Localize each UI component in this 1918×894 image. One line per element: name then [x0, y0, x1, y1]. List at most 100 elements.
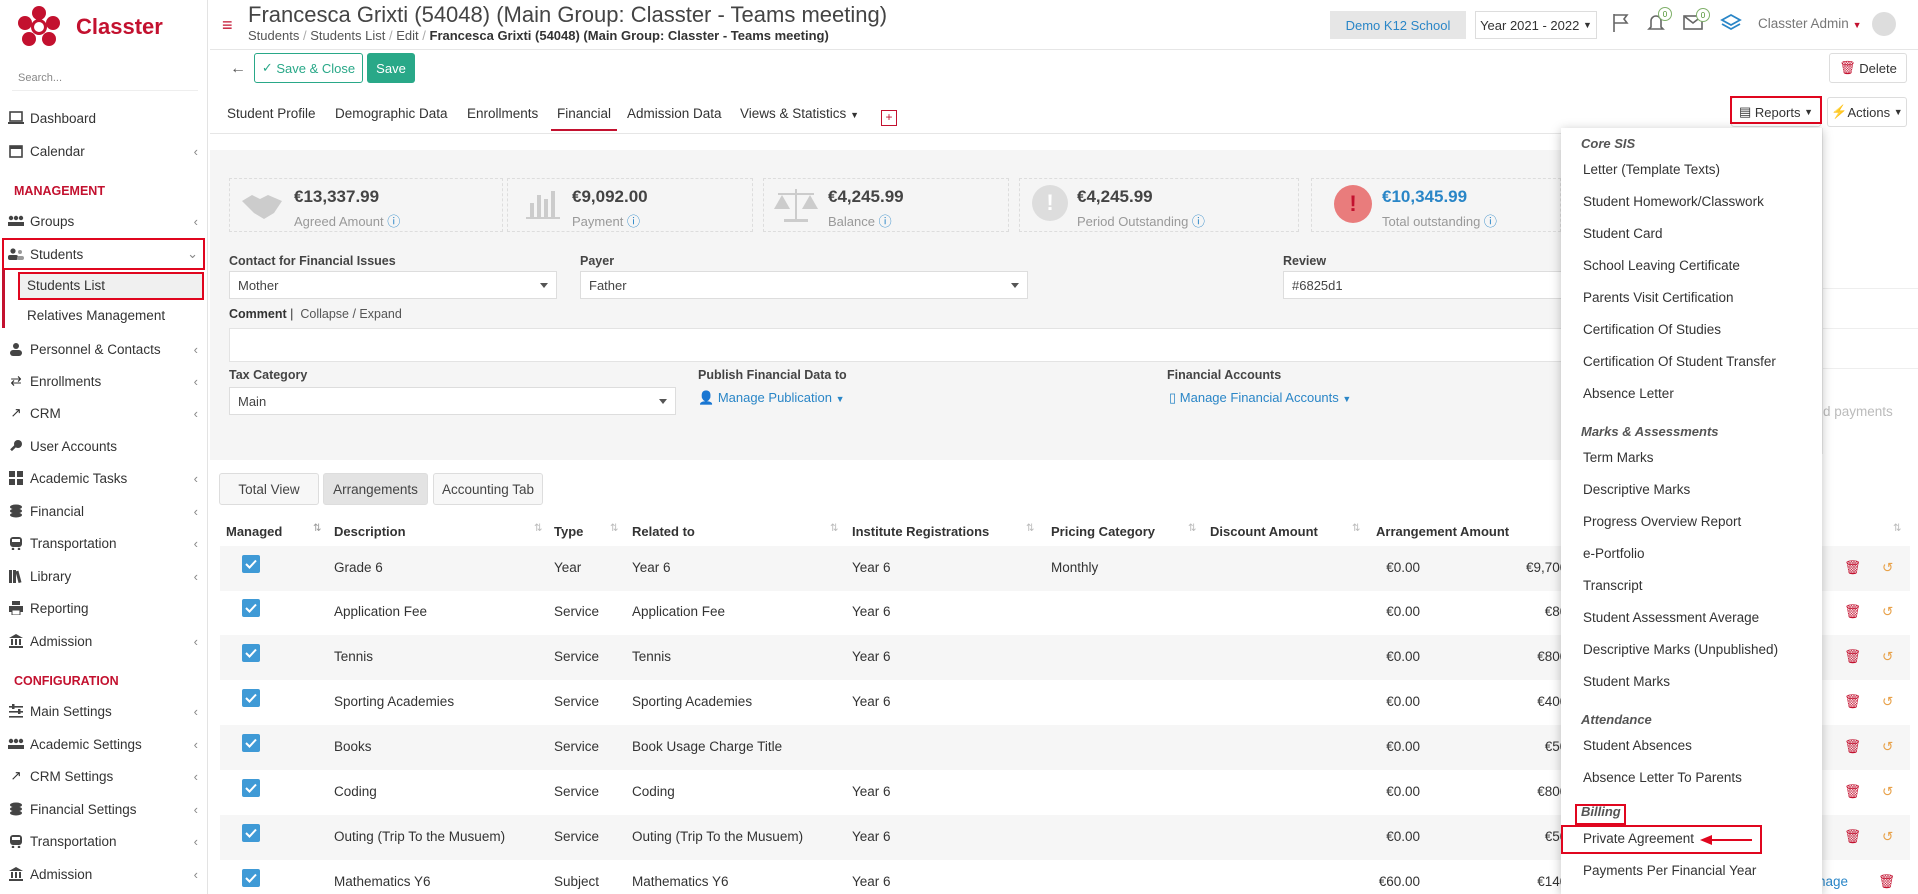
dropdown-item[interactable]: School Leaving Certificate	[1583, 258, 1740, 273]
sidebar-item-crm[interactable]: ↗ CRM ‹	[0, 398, 208, 428]
sidebar-item-admission-settings[interactable]: Admission ‹	[0, 859, 208, 889]
managed-checkbox[interactable]	[242, 734, 260, 752]
history-icon[interactable]: ↺	[1882, 784, 1893, 800]
tax-category-select[interactable]: Main	[229, 387, 676, 415]
payer-select[interactable]: Father	[580, 271, 1028, 299]
dropdown-item[interactable]: Absence Letter To Parents	[1583, 770, 1742, 785]
comment-textarea[interactable]	[229, 328, 1569, 362]
sort-icon[interactable]: ⇅	[1188, 523, 1196, 534]
sidebar-item-transportation-settings[interactable]: Transportation ‹	[0, 826, 208, 856]
sidebar-item-financial[interactable]: Financial ‹	[0, 496, 208, 526]
managed-checkbox[interactable]	[242, 555, 260, 573]
managed-checkbox[interactable]	[242, 824, 260, 842]
sidebar-item-user-accounts[interactable]: User Accounts	[0, 431, 208, 461]
add-tab-icon[interactable]: +	[881, 110, 897, 126]
sidebar-item-dashboard[interactable]: Dashboard	[0, 103, 208, 133]
tab-views-statistics[interactable]: Views & Statistics ▼	[740, 106, 859, 121]
col-related-to[interactable]: Related to	[632, 524, 695, 539]
school-selector[interactable]: Demo K12 School	[1330, 11, 1466, 39]
collapse-expand-link[interactable]: Collapse / Expand	[300, 307, 401, 321]
sidebar-item-crm-settings[interactable]: ↗ CRM Settings ‹	[0, 761, 208, 791]
managed-checkbox[interactable]	[242, 599, 260, 617]
sidebar-item-calendar[interactable]: Calendar ‹	[0, 136, 208, 166]
col-institute-registrations[interactable]: Institute Registrations	[852, 524, 989, 539]
history-icon[interactable]: ↺	[1882, 739, 1893, 755]
breadcrumb-edit[interactable]: Edit	[396, 28, 418, 43]
back-arrow-icon[interactable]: ←	[230, 60, 246, 78]
dropdown-item[interactable]: Term Marks	[1583, 450, 1654, 465]
tab-admission-data[interactable]: Admission Data	[627, 106, 722, 121]
dropdown-item[interactable]: Letter (Template Texts)	[1583, 162, 1720, 177]
sidebar-item-main-settings[interactable]: Main Settings ‹	[0, 696, 208, 726]
manage-publication-link[interactable]: 👤 Manage Publication ▼	[698, 390, 845, 406]
sidebar-item-reporting[interactable]: Reporting	[0, 593, 208, 623]
manage-link[interactable]: nage	[1818, 874, 1848, 889]
dropdown-item[interactable]: Certification Of Student Transfer	[1583, 354, 1776, 369]
sidebar-item-personnel-contacts[interactable]: Personnel & Contacts ‹	[0, 334, 208, 364]
dropdown-item[interactable]: Student Homework/Classwork	[1583, 194, 1764, 209]
sidebar-item-enrollments[interactable]: ⇄ Enrollments ‹	[0, 366, 208, 396]
sidebar-item-academic-tasks[interactable]: Academic Tasks ‹	[0, 463, 208, 493]
breadcrumb-students[interactable]: Students	[248, 28, 299, 43]
year-selector[interactable]: Year 2021 - 2022 ▼	[1475, 11, 1597, 39]
user-menu[interactable]: Classter Admin ▼	[1758, 16, 1861, 31]
col-arrangement-amount[interactable]: Arrangement Amount	[1376, 524, 1509, 539]
dropdown-item[interactable]: Student Marks	[1583, 674, 1670, 689]
actions-button[interactable]: ⚡ Actions ▼	[1827, 97, 1907, 127]
managed-checkbox[interactable]	[242, 689, 260, 707]
sidebar-search-input[interactable]: Search...	[18, 72, 62, 84]
history-icon[interactable]: ↺	[1882, 829, 1893, 845]
sidebar-item-relatives-management[interactable]: Relatives Management	[27, 308, 165, 323]
dropdown-item[interactable]: Certification Of Studies	[1583, 322, 1721, 337]
managed-checkbox[interactable]	[242, 869, 260, 887]
dropdown-item[interactable]: Payments Per Financial Year	[1583, 863, 1756, 878]
trash-icon[interactable]: 🗑	[1844, 649, 1861, 665]
sidebar-item-library[interactable]: Library ‹	[0, 561, 208, 591]
tab-demographic-data[interactable]: Demographic Data	[335, 106, 448, 121]
history-icon[interactable]: ↺	[1882, 649, 1893, 665]
hamburger-menu-icon[interactable]: ≡	[222, 16, 233, 34]
review-input[interactable]: #6825d1	[1283, 271, 1563, 299]
dropdown-item[interactable]: Absence Letter	[1583, 386, 1674, 401]
trash-icon[interactable]: 🗑	[1844, 784, 1861, 800]
layers-icon[interactable]	[1720, 12, 1742, 35]
delete-button[interactable]: 🗑 Delete	[1829, 53, 1907, 83]
history-icon[interactable]: ↺	[1882, 560, 1893, 576]
save-close-button[interactable]: ✓ Save & Close	[254, 53, 363, 83]
trash-icon[interactable]: 🗑	[1878, 874, 1895, 890]
flag-icon[interactable]	[1612, 13, 1630, 36]
sidebar-item-groups[interactable]: Groups ‹	[0, 206, 208, 236]
tab-total-view[interactable]: Total View	[219, 473, 319, 505]
col-description[interactable]: Description	[334, 524, 406, 539]
col-type[interactable]: Type	[554, 524, 583, 539]
dropdown-item[interactable]: e-Portfolio	[1583, 546, 1645, 561]
tab-student-profile[interactable]: Student Profile	[227, 106, 316, 121]
sidebar-item-transportation[interactable]: Transportation ‹	[0, 528, 208, 558]
sidebar-item-financial-settings[interactable]: Financial Settings ‹	[0, 794, 208, 824]
trash-icon[interactable]: 🗑	[1844, 694, 1861, 710]
dropdown-item[interactable]: Descriptive Marks (Unpublished)	[1583, 642, 1778, 657]
envelope-icon[interactable]: 0	[1683, 8, 1710, 33]
history-icon[interactable]: ↺	[1882, 604, 1893, 620]
trash-icon[interactable]: 🗑	[1844, 829, 1861, 845]
col-discount-amount[interactable]: Discount Amount	[1210, 524, 1318, 539]
tab-arrangements[interactable]: Arrangements	[323, 473, 428, 505]
sort-icon[interactable]: ⇅	[830, 523, 838, 534]
bell-icon[interactable]: 0	[1647, 7, 1672, 36]
sort-icon[interactable]: ⇅	[610, 523, 618, 534]
trash-icon[interactable]: 🗑	[1844, 604, 1861, 620]
breadcrumb-students-list[interactable]: Students List	[310, 28, 385, 43]
sort-icon[interactable]: ⇅	[1893, 523, 1901, 534]
dropdown-item[interactable]: Transcript	[1583, 578, 1643, 593]
dropdown-item[interactable]: Parents Visit Certification	[1583, 290, 1734, 305]
dropdown-item[interactable]: Descriptive Marks	[1583, 482, 1690, 497]
manage-financial-accounts-link[interactable]: ▯ Manage Financial Accounts ▼	[1169, 390, 1351, 406]
col-managed[interactable]: Managed	[226, 524, 282, 539]
col-pricing-category[interactable]: Pricing Category	[1051, 524, 1155, 539]
sort-icon[interactable]: ⇅	[1026, 523, 1034, 534]
dropdown-item[interactable]: Student Card	[1583, 226, 1663, 241]
save-button[interactable]: Save	[367, 53, 415, 83]
dropdown-item[interactable]: Progress Overview Report	[1583, 514, 1741, 529]
sidebar-item-academic-settings[interactable]: Academic Settings ‹	[0, 729, 208, 759]
trash-icon[interactable]: 🗑	[1844, 739, 1861, 755]
